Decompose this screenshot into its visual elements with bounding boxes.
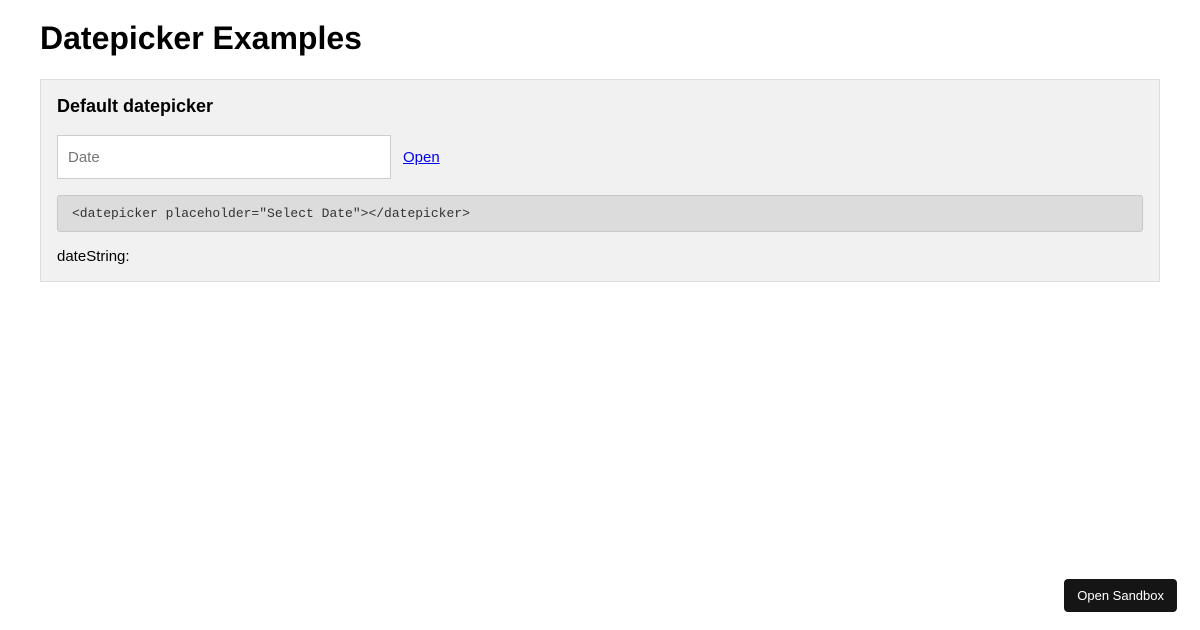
date-input[interactable] bbox=[57, 135, 391, 179]
example-heading: Default datepicker bbox=[57, 96, 1143, 117]
page-title: Datepicker Examples bbox=[40, 20, 1160, 57]
example-card: Default datepicker Open <datepicker plac… bbox=[40, 79, 1160, 282]
code-snippet: <datepicker placeholder="Select Date"></… bbox=[57, 195, 1143, 232]
open-sandbox-button[interactable]: Open Sandbox bbox=[1064, 579, 1177, 612]
status-label: dateString: bbox=[57, 248, 130, 265]
status-line: dateString: bbox=[57, 248, 1143, 265]
input-row: Open bbox=[57, 135, 1143, 179]
open-datepicker-link[interactable]: Open bbox=[403, 149, 440, 166]
